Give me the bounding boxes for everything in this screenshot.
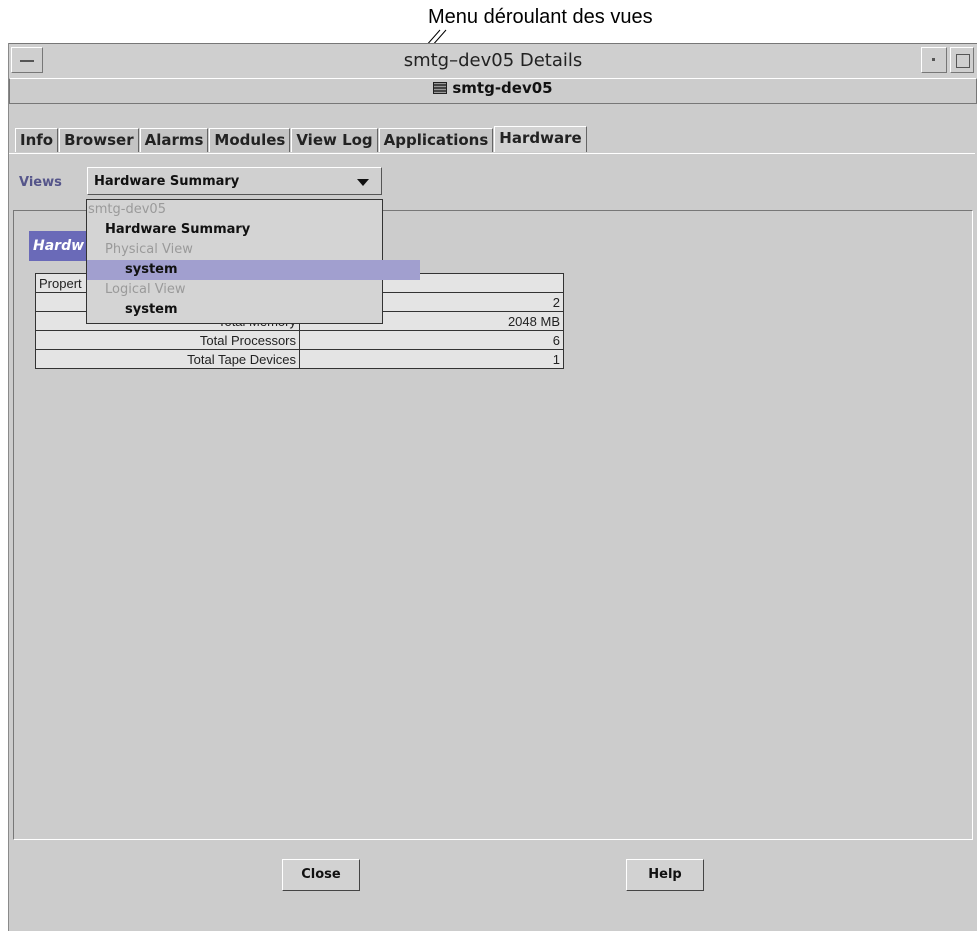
window-title: smtg–dev05 Details [403, 50, 583, 71]
annotation-label: Menu déroulant des vues [428, 6, 653, 28]
dropdown-option-host: smtg-dev05 [88, 202, 166, 217]
views-dropdown-list: smtg-dev05 Hardware Summary Physical Vie… [86, 199, 420, 324]
help-button[interactable]: Help [626, 859, 704, 891]
table-row: Total Tape Devices 1 [35, 349, 564, 369]
table-row: Total Processors 6 [35, 330, 564, 350]
tab-bar: Info Browser Alarms Modules View Log App… [15, 126, 588, 154]
tab-applications[interactable]: Applications [378, 128, 494, 152]
dropdown-option-logical-view: Logical View [105, 282, 186, 297]
tab-alarms[interactable]: Alarms [139, 128, 209, 152]
chevron-down-icon [357, 179, 369, 186]
views-selected-value: Hardware Summary [94, 174, 240, 189]
minimize-button[interactable] [921, 47, 947, 73]
dropdown-option-logical-system[interactable]: system [87, 300, 420, 320]
tab-view-log[interactable]: View Log [291, 128, 378, 152]
dropdown-option-physical-view: Physical View [105, 242, 193, 257]
tab-info[interactable]: Info [15, 128, 59, 152]
host-header: smtg-dev05 [9, 78, 977, 104]
maximize-button[interactable] [950, 47, 974, 73]
tab-browser[interactable]: Browser [59, 128, 139, 152]
server-icon [433, 82, 448, 94]
views-label: Views [19, 175, 62, 190]
title-bar: smtg–dev05 Details [9, 43, 977, 79]
close-button[interactable]: Close [282, 859, 360, 891]
tab-modules[interactable]: Modules [209, 128, 291, 152]
dropdown-option-physical-system[interactable]: system [87, 260, 420, 280]
tab-hardware[interactable]: Hardware [494, 126, 587, 152]
views-select[interactable]: Hardware Summary [87, 167, 382, 195]
section-title: Hardw [29, 231, 89, 261]
property-cell: Total Tape Devices [35, 349, 300, 369]
value-cell: 6 [299, 330, 564, 350]
property-cell: Total Processors [35, 330, 300, 350]
tab-divider [9, 153, 975, 154]
value-cell: 1 [299, 349, 564, 369]
host-name: smtg-dev05 [452, 79, 553, 97]
dropdown-option-hardware-summary[interactable]: Hardware Summary [87, 220, 400, 240]
details-window: smtg–dev05 Details smtg-dev05 Info Brows… [8, 43, 977, 931]
